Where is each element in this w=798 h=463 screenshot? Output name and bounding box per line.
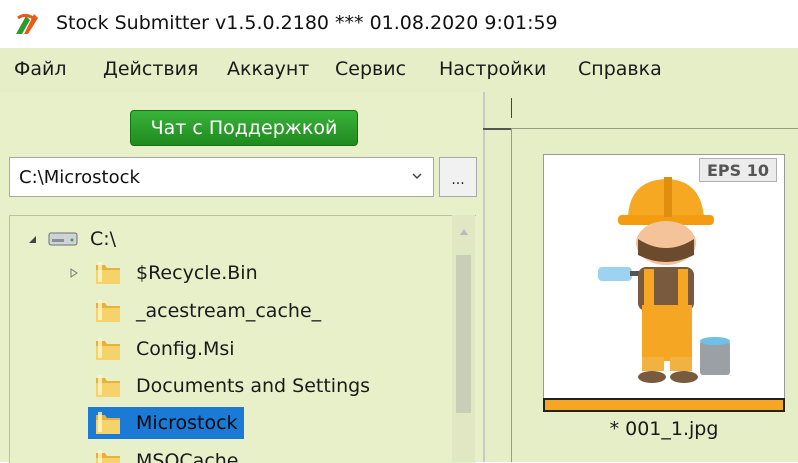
folder-shortcut-icon [96, 375, 120, 397]
tree-item[interactable]: $Recycle.Bin [68, 256, 260, 290]
splitter-marker [511, 98, 512, 118]
menu-bar: Файл Действия Аккаунт Сервис Настройки С… [0, 48, 798, 92]
tree-root-label: C:\ [90, 228, 117, 250]
tree-item[interactable]: MSOCache [94, 444, 241, 463]
menu-settings[interactable]: Настройки [439, 58, 546, 80]
path-dropdown[interactable]: C:\Microstock [9, 157, 434, 197]
thumbnail-card[interactable] [543, 154, 785, 412]
folder-icon [96, 338, 120, 360]
browse-button[interactable]: ... [439, 157, 477, 197]
path-value: C:\Microstock [19, 167, 140, 188]
tree-root-row[interactable]: C:\ [26, 222, 118, 256]
tree-item-label: _acestream_cache_ [136, 300, 322, 322]
scroll-up-icon[interactable] [460, 229, 468, 235]
folder-tree: C:\ $Recycle.Bin _acestream_cache_ Confi… [9, 215, 476, 463]
tree-item[interactable]: _acestream_cache_ [94, 294, 323, 328]
splitter-handle[interactable] [483, 128, 511, 130]
folder-icon [96, 412, 120, 434]
tree-item-label: Documents and Settings [136, 375, 371, 397]
tree-item[interactable]: Documents and Settings [94, 369, 372, 403]
title-bar: Stock Submitter v1.5.0.2180 *** 01.08.20… [0, 0, 798, 48]
tree-item-label: MSOCache [136, 450, 239, 463]
collapse-arrow-icon[interactable] [26, 233, 38, 245]
worker-illustration-icon [598, 177, 730, 383]
menu-actions[interactable]: Действия [103, 58, 198, 80]
tree-item[interactable]: Config.Msi [94, 332, 237, 366]
folder-icon [96, 262, 120, 284]
tree-scrollbar[interactable] [452, 215, 475, 462]
tree-item-selected[interactable]: Microstock [88, 406, 244, 440]
scroll-thumb[interactable] [456, 255, 471, 413]
drive-icon [48, 232, 78, 246]
support-chat-button[interactable]: Чат с Поддержкой [130, 110, 358, 146]
tree-item-label: Config.Msi [136, 338, 235, 360]
tree-item-label: $Recycle.Bin [136, 262, 258, 284]
folder-icon [96, 450, 120, 463]
menu-file[interactable]: Файл [14, 58, 67, 80]
chevron-down-icon[interactable] [411, 170, 423, 182]
window-title: Stock Submitter v1.5.0.2180 *** 01.08.20… [56, 12, 558, 34]
menu-service[interactable]: Сервис [335, 58, 406, 80]
app-logo-icon [16, 13, 38, 34]
menu-account[interactable]: Аккаунт [227, 58, 309, 80]
tree-item-label: Microstock [136, 412, 238, 434]
menu-help[interactable]: Справка [578, 58, 662, 80]
folder-icon [96, 300, 120, 322]
eps-badge: EPS 10 [699, 158, 777, 182]
thumbnail-filename: * 001_1.jpg [609, 418, 719, 440]
expand-arrow-icon[interactable] [68, 267, 80, 279]
status-bar [543, 398, 785, 412]
